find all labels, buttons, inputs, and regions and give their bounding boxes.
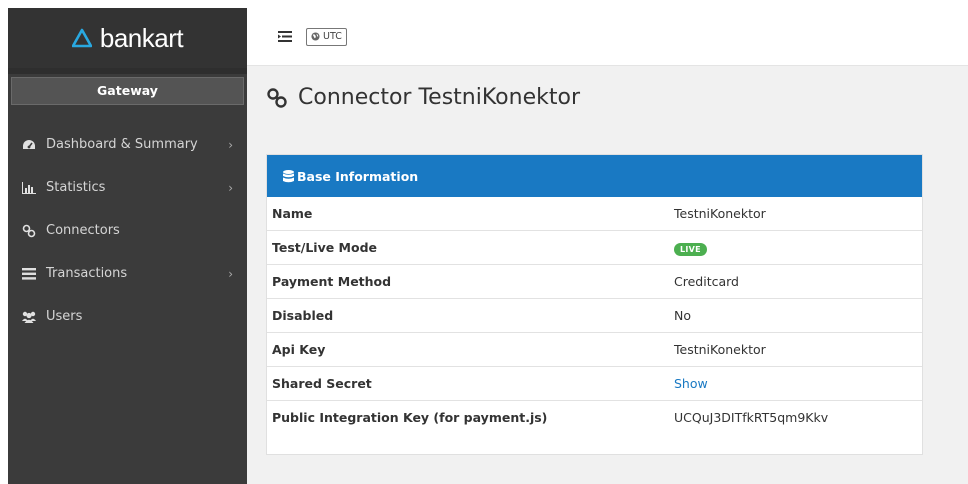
row-key: Test/Live Mode — [267, 230, 669, 265]
show-secret-link[interactable]: Show — [674, 376, 708, 391]
page-title-text: Connector TestniKonektor — [298, 85, 580, 110]
menu-toggle-icon[interactable] — [278, 31, 292, 42]
globe-icon — [311, 32, 320, 41]
table-row: Name TestniKonektor — [267, 197, 922, 231]
users-icon — [20, 311, 38, 323]
sidebar-item-users[interactable]: Users — [8, 295, 247, 338]
sidebar-nav: Dashboard & Summary › Statistics › Conne… — [8, 123, 247, 338]
row-value-cell: Show — [669, 366, 922, 401]
panel-heading: Base Information — [267, 155, 922, 197]
gateway-button[interactable]: Gateway — [11, 77, 244, 105]
row-value: TestniKonektor — [669, 332, 922, 367]
table-row: Test/Live Mode LIVE — [267, 230, 922, 265]
table-row: Disabled No — [267, 298, 922, 333]
row-value: No — [669, 298, 922, 333]
sidebar-item-statistics[interactable]: Statistics › — [8, 166, 247, 209]
bankart-logo-icon — [71, 28, 92, 48]
timezone-label: UTC — [323, 30, 342, 42]
brand[interactable]: bankart — [8, 8, 247, 68]
sidebar-item-label: Dashboard & Summary — [46, 137, 198, 152]
row-value-cell: LIVE — [669, 230, 922, 265]
row-value: TestniKonektor — [674, 206, 766, 221]
chevron-right-icon: › — [228, 180, 233, 195]
tachometer-icon — [20, 139, 38, 151]
bar-chart-icon — [20, 181, 38, 194]
row-key: Name — [272, 206, 313, 221]
sidebar-item-label: Statistics — [46, 180, 106, 195]
main-content: Connector TestniKonektor Base Informatio… — [247, 66, 968, 484]
sidebar-item-transactions[interactable]: Transactions › — [8, 252, 247, 295]
sidebar: bankart Gateway Dashboard & Summary › St… — [8, 8, 247, 484]
database-icon — [283, 169, 294, 183]
base-information-panel: Base Information Name TestniKonektor Tes… — [266, 154, 923, 455]
sidebar-divider — [8, 68, 247, 74]
panel-footer — [267, 434, 922, 454]
link-icon — [20, 224, 38, 238]
row-key: Shared Secret — [267, 366, 669, 401]
row-key: Payment Method — [267, 264, 669, 299]
table-row: Api Key TestniKonektor — [267, 332, 922, 367]
row-key: Api Key — [267, 332, 669, 367]
table-row: Shared Secret Show — [267, 366, 922, 401]
sidebar-item-label: Users — [46, 309, 83, 324]
sidebar-item-label: Connectors — [46, 223, 120, 238]
info-table: Name TestniKonektor Test/Live Mode LIVE … — [267, 197, 922, 434]
list-icon — [20, 267, 38, 280]
sidebar-item-dashboard[interactable]: Dashboard & Summary › — [8, 123, 247, 166]
table-row: Public Integration Key (for payment.js) … — [267, 400, 922, 434]
topbar: UTC — [247, 8, 968, 66]
link-icon — [267, 87, 287, 108]
page-title: Connector TestniKonektor — [266, 85, 580, 110]
panel-title: Base Information — [297, 168, 419, 184]
live-mode-badge: LIVE — [674, 242, 707, 256]
row-key: Public Integration Key (for payment.js) — [267, 400, 669, 434]
sidebar-item-label: Transactions — [46, 266, 128, 281]
sidebar-item-connectors[interactable]: Connectors — [8, 209, 247, 252]
brand-name: bankart — [99, 22, 184, 53]
table-row: Payment Method Creditcard — [267, 264, 922, 299]
row-value: Creditcard — [669, 264, 922, 299]
row-key: Disabled — [267, 298, 669, 333]
timezone-badge[interactable]: UTC — [306, 27, 347, 46]
row-value: UCQuJ3DITfkRT5qm9Kkv — [669, 400, 922, 434]
chevron-right-icon: › — [228, 137, 233, 152]
chevron-right-icon: › — [228, 266, 233, 281]
